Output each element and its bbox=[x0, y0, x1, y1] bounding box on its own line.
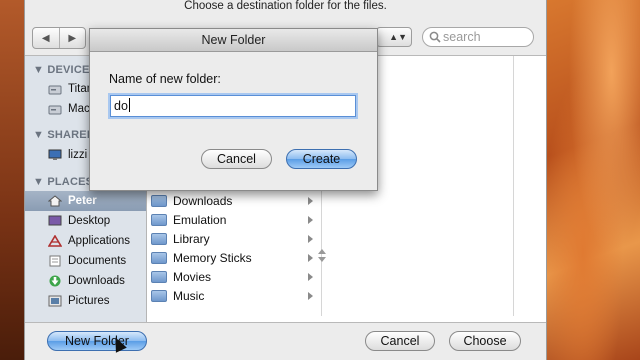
folder-icon bbox=[151, 194, 167, 207]
desktop-icon bbox=[47, 215, 62, 228]
sidebar-heading-devices: ▼ DEVICES bbox=[33, 64, 98, 76]
sidebar-item-device[interactable]: Maci bbox=[47, 100, 92, 118]
sidebar-item-home[interactable]: Peter bbox=[47, 192, 97, 210]
list-item-folder[interactable]: Movies bbox=[151, 267, 313, 286]
popup-arrows-icon: ▲▼ bbox=[389, 32, 407, 42]
list-item-folder[interactable]: Music bbox=[151, 286, 313, 305]
choose-button[interactable]: Choose bbox=[449, 331, 521, 351]
location-popup[interactable]: ▲▼ bbox=[376, 27, 412, 47]
forward-button[interactable]: ▶ bbox=[58, 28, 86, 48]
hard-drive-icon bbox=[47, 103, 62, 116]
disclosure-arrow-icon bbox=[308, 253, 313, 262]
forward-arrow-icon: ▶ bbox=[68, 32, 77, 44]
folder-icon bbox=[151, 251, 167, 264]
folder-name-value: do bbox=[114, 99, 128, 113]
hard-drive-icon bbox=[47, 83, 62, 96]
disclosure-arrow-icon bbox=[308, 291, 313, 300]
disclosure-arrow-icon bbox=[308, 196, 313, 205]
create-button[interactable]: Create bbox=[286, 149, 357, 169]
folder-icon bbox=[151, 270, 167, 283]
text-caret bbox=[128, 98, 130, 112]
folder-icon bbox=[151, 289, 167, 302]
applications-icon bbox=[47, 235, 62, 248]
dialog-cancel-button[interactable]: Cancel bbox=[201, 149, 272, 169]
sidebar-item-desktop[interactable]: Desktop bbox=[47, 212, 110, 230]
back-arrow-icon: ◀ bbox=[41, 32, 50, 44]
sidebar-item-device[interactable]: Titan bbox=[47, 80, 93, 98]
list-item-folder[interactable]: Downloads bbox=[151, 191, 313, 210]
list-item-folder[interactable]: Memory Sticks bbox=[151, 248, 313, 267]
cancel-button[interactable]: Cancel bbox=[365, 331, 435, 351]
downloads-icon bbox=[47, 275, 62, 288]
documents-icon bbox=[47, 255, 62, 268]
sidebar-item-downloads[interactable]: Downloads bbox=[47, 272, 125, 290]
list-item-folder[interactable]: Library bbox=[151, 229, 313, 248]
new-folder-button[interactable]: New Folder bbox=[47, 331, 147, 351]
sidebar-heading-places: ▼ PLACES bbox=[33, 176, 94, 188]
scroll-up-icon bbox=[318, 249, 326, 254]
back-button[interactable]: ◀ bbox=[33, 28, 59, 48]
sidebar-heading-shared: ▼ SHARED bbox=[33, 129, 95, 141]
folder-name-label: Name of new folder: bbox=[109, 72, 221, 86]
sidebar-item-documents[interactable]: Documents bbox=[47, 252, 126, 270]
home-icon bbox=[47, 195, 62, 208]
list-item-folder[interactable]: Emulation bbox=[151, 210, 313, 229]
sidebar-item-applications[interactable]: Applications bbox=[47, 232, 130, 250]
disclosure-arrow-icon bbox=[308, 215, 313, 224]
column-scroll-arrows[interactable] bbox=[318, 246, 326, 302]
sheet-title: Choose a destination folder for the file… bbox=[184, 0, 387, 12]
desktop-background-left bbox=[0, 0, 24, 360]
new-folder-dialog: New Folder Name of new folder: do Cancel… bbox=[89, 28, 378, 191]
network-computer-icon bbox=[47, 149, 62, 162]
disclosure-arrow-icon bbox=[308, 234, 313, 243]
search-icon bbox=[429, 31, 443, 43]
folder-name-input[interactable]: do bbox=[110, 95, 356, 117]
pictures-icon bbox=[47, 295, 62, 308]
search-field[interactable]: search bbox=[422, 27, 534, 47]
back-forward-group: ◀ ▶ bbox=[32, 27, 86, 49]
folder-icon bbox=[151, 232, 167, 245]
column-divider bbox=[513, 56, 514, 316]
dialog-title: New Folder bbox=[90, 29, 377, 52]
disclosure-arrow-icon bbox=[308, 272, 313, 281]
footer-divider bbox=[25, 322, 546, 323]
folder-icon bbox=[151, 213, 167, 226]
sidebar-item-shared[interactable]: lizzi bbox=[47, 146, 87, 164]
search-placeholder: search bbox=[443, 30, 481, 44]
sidebar-item-pictures[interactable]: Pictures bbox=[47, 292, 110, 310]
scroll-down-icon bbox=[318, 257, 326, 262]
desktop-background-right bbox=[545, 0, 640, 360]
